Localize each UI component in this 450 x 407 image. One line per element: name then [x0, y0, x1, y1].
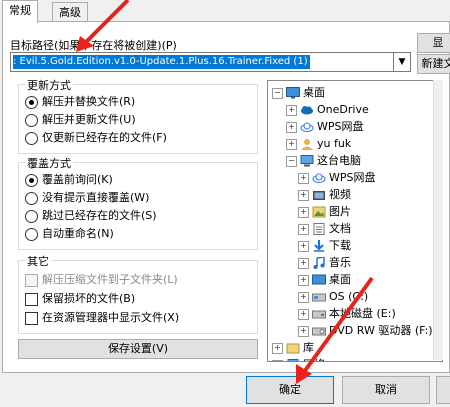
expand-icon[interactable]: +: [298, 172, 309, 184]
tree-node-user[interactable]: + yu fuk: [286, 136, 351, 152]
dvd-drive-icon: [312, 327, 326, 336]
expand-icon[interactable]: +: [286, 104, 297, 116]
chevron-down-icon: ▼: [398, 57, 406, 67]
tree-node-wps-cloud[interactable]: + WPS网盘: [286, 119, 364, 135]
overwrite-silent-option[interactable]: 没有提示直接覆盖(W): [25, 190, 149, 206]
update-mode-group: 更新方式 解压并替换文件(R) 解压并更新文件(U) 仅更新已经存在的文件(F): [18, 77, 258, 154]
save-settings-button[interactable]: 保存设置(V): [18, 339, 258, 359]
music-folder-icon: [313, 257, 325, 269]
overwrite-ask-option[interactable]: 覆盖前询问(K): [25, 172, 113, 188]
expand-icon[interactable]: +: [298, 274, 309, 286]
other-options-title: 其它: [25, 253, 51, 269]
tree-node-pc-desktop[interactable]: + 桌面: [298, 272, 351, 288]
radio-button[interactable]: [25, 131, 38, 145]
expand-icon[interactable]: +: [298, 206, 309, 218]
radio-button[interactable]: [25, 113, 38, 127]
expand-icon[interactable]: +: [298, 325, 309, 337]
radio-button[interactable]: [25, 227, 38, 241]
tree-node-network[interactable]: +网络: [272, 357, 325, 361]
overwrite-rename-option[interactable]: 自动重命名(N): [25, 226, 114, 242]
update-replace-option[interactable]: 解压并替换文件(R): [25, 94, 135, 110]
browse-button[interactable]: 显: [417, 33, 450, 53]
documents-folder-icon: [313, 223, 325, 235]
tree-node-pictures[interactable]: + 图片: [298, 204, 351, 220]
keep-broken-files-option[interactable]: 保留损坏的文件(B): [25, 291, 135, 307]
pictures-folder-icon: [312, 206, 326, 218]
wps-cloud-icon: [312, 173, 326, 183]
collapse-icon[interactable]: −: [272, 87, 283, 99]
path-dropdown-button[interactable]: ▼: [393, 52, 411, 72]
network-icon: [287, 359, 299, 361]
tree-node-onedrive[interactable]: + OneDrive: [286, 102, 369, 118]
checkbox[interactable]: [25, 292, 38, 306]
tree-node-desktop[interactable]: − 桌面: [272, 85, 325, 101]
tree-scrollbar[interactable]: [433, 80, 443, 360]
expand-icon[interactable]: +: [272, 342, 283, 354]
update-existing-only-option[interactable]: 仅更新已经存在的文件(F): [25, 130, 167, 146]
other-options-group: 其它 解压压缩文件到子文件夹(L) 保留损坏的文件(B) 在资源管理器中显示文件…: [18, 253, 258, 334]
target-path-label: 目标路径(如果不存在将被创建)(P): [10, 39, 177, 52]
radio-button[interactable]: [25, 95, 38, 109]
wps-cloud-icon: [300, 122, 314, 132]
checkbox[interactable]: [25, 273, 38, 287]
desktop-folder-icon: [312, 274, 326, 285]
checkbox[interactable]: [25, 311, 38, 325]
computer-icon: [300, 155, 314, 167]
new-folder-button[interactable]: 新建文: [417, 54, 450, 74]
radio-button[interactable]: [25, 209, 38, 223]
drive-icon: [312, 293, 326, 302]
overwrite-skip-option[interactable]: 跳过已经存在的文件(S): [25, 208, 157, 224]
expand-icon[interactable]: +: [286, 121, 297, 133]
downloads-folder-icon: [314, 240, 324, 252]
radio-button[interactable]: [25, 191, 38, 205]
expand-icon[interactable]: +: [298, 240, 309, 252]
tree-node-documents[interactable]: + 文档: [298, 221, 351, 237]
tree-node-downloads[interactable]: + 下载: [298, 238, 351, 254]
user-icon: [301, 139, 313, 150]
cancel-button[interactable]: 取消: [342, 376, 430, 404]
overwrite-mode-group: 覆盖方式 覆盖前询问(K) 没有提示直接覆盖(W) 跳过已经存在的文件(S) 自…: [18, 155, 258, 250]
collapse-icon[interactable]: −: [286, 155, 297, 167]
tab-advanced[interactable]: 高级: [52, 2, 88, 22]
expand-icon[interactable]: +: [298, 308, 309, 320]
expand-icon[interactable]: +: [286, 138, 297, 150]
show-in-explorer-option[interactable]: 在资源管理器中显示文件(X): [25, 310, 179, 326]
expand-icon[interactable]: +: [298, 189, 309, 201]
update-update-option[interactable]: 解压并更新文件(U): [25, 112, 136, 128]
help-button[interactable]: [436, 376, 450, 404]
tree-node-this-pc[interactable]: − 这台电脑: [286, 153, 361, 169]
tab-strip: 常规 高级: [0, 0, 450, 23]
expand-icon[interactable]: +: [298, 257, 309, 269]
drive-icon: [312, 310, 326, 319]
tree-node-libraries[interactable]: + 库: [272, 340, 314, 356]
cloud-icon: [301, 106, 313, 115]
library-icon: [286, 343, 300, 354]
video-folder-icon: [313, 191, 325, 200]
radio-button[interactable]: [25, 173, 38, 187]
target-path-value: : Evil.5.Gold.Edition.v1.0-Update.1.Plus…: [13, 55, 310, 69]
expand-icon[interactable]: +: [298, 291, 309, 303]
folder-tree[interactable]: − 桌面 + OneDrive + WPS网盘 + yu fuk − 这台电脑 + WPS网…: [267, 80, 443, 362]
desktop-icon: [286, 87, 300, 99]
target-path-input[interactable]: : Evil.5.Gold.Edition.v1.0-Update.1.Plus…: [10, 52, 394, 72]
expand-icon[interactable]: +: [298, 223, 309, 235]
ok-button[interactable]: 确定: [246, 376, 334, 404]
expand-icon[interactable]: +: [272, 359, 283, 361]
update-mode-title: 更新方式: [25, 77, 73, 93]
tree-node-dvd-f[interactable]: + DVD RW 驱动器 (F:): [298, 323, 433, 339]
tree-node-drive-c[interactable]: + OS (C:): [298, 289, 368, 305]
extract-to-subfolder-option[interactable]: 解压压缩文件到子文件夹(L): [25, 272, 178, 288]
tree-node-drive-e[interactable]: + 本地磁盘 (E:): [298, 306, 396, 322]
tree-node-videos[interactable]: + 视频: [298, 187, 351, 203]
tree-node-pc-wps[interactable]: + WPS网盘: [298, 170, 376, 186]
tab-general[interactable]: 常规: [2, 0, 38, 23]
tree-node-music[interactable]: + 音乐: [298, 255, 351, 271]
overwrite-mode-title: 覆盖方式: [25, 155, 73, 171]
